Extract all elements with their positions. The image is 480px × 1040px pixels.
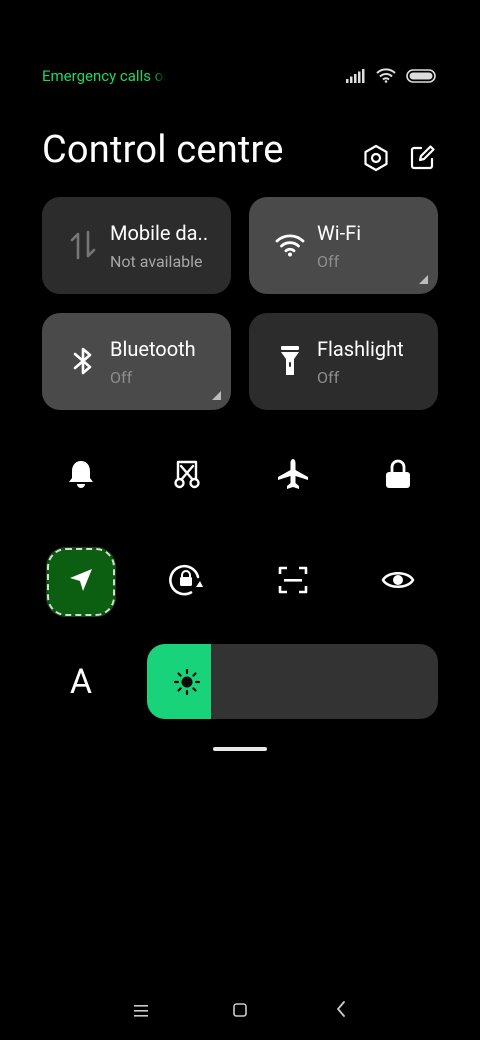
bluetooth-icon (68, 346, 98, 376)
toggle-scanner[interactable] (258, 547, 328, 617)
navigation-bar (0, 996, 480, 1026)
status-icons (346, 68, 436, 83)
wifi-icon (376, 68, 396, 83)
brightness-icon (173, 668, 201, 696)
tile-status: Not available (110, 252, 203, 271)
screenshot-icon (172, 459, 202, 493)
control-centre-screen: Emergency calls only (0, 0, 480, 1040)
tile-label: Mobile da.. (110, 221, 209, 245)
toggle-rotation-lock[interactable] (152, 547, 222, 617)
tile-status: Off (317, 368, 340, 387)
rotation-lock-icon (169, 563, 205, 601)
toggle-lock-screen[interactable] (363, 441, 433, 511)
home-button[interactable] (225, 996, 255, 1026)
bell-icon (67, 459, 95, 493)
tile-status: Off (317, 252, 340, 271)
tile-label: Flashlight (317, 337, 404, 361)
carrier-status-text: Emergency calls only (42, 67, 166, 85)
tile-label: Bluetooth (110, 337, 196, 361)
tile-status: Off (110, 368, 133, 387)
scan-icon (278, 565, 308, 599)
page-title: Control centre (42, 128, 284, 172)
edit-icon (409, 145, 435, 175)
back-button[interactable] (326, 996, 356, 1026)
mobile-data-icon (68, 230, 98, 260)
font-size-button[interactable]: A (56, 660, 106, 704)
battery-icon (406, 68, 436, 83)
home-icon (233, 1002, 247, 1021)
flashlight-icon (275, 346, 305, 376)
expand-corner-icon[interactable] (212, 391, 221, 400)
lock-icon (385, 459, 411, 493)
menu-icon (134, 1002, 148, 1021)
recents-button[interactable] (126, 996, 156, 1026)
toggle-airplane-mode[interactable] (258, 441, 328, 511)
tile-wifi[interactable]: Wi-Fi Off (249, 197, 438, 294)
eye-icon (381, 568, 415, 596)
signal-icon (346, 68, 366, 83)
status-bar: Emergency calls only (42, 64, 436, 88)
settings-icon (363, 144, 389, 176)
tile-bluetooth[interactable]: Bluetooth Off (42, 313, 231, 410)
brightness-slider[interactable] (147, 644, 438, 719)
airplane-icon (277, 458, 309, 494)
expand-corner-icon[interactable] (419, 275, 428, 284)
tile-label: Wi-Fi (317, 221, 362, 245)
tile-flashlight[interactable]: Flashlight Off (249, 313, 438, 410)
back-icon (336, 1001, 346, 1021)
tile-mobile-data[interactable]: Mobile da.. Not available (42, 197, 231, 294)
toggle-sound[interactable] (46, 441, 116, 511)
toggle-screenshot[interactable] (152, 441, 222, 511)
settings-button[interactable] (360, 144, 392, 176)
edit-button[interactable] (406, 144, 438, 176)
toggle-reading-mode[interactable] (363, 547, 433, 617)
wifi-icon (275, 230, 305, 260)
drag-handle[interactable] (213, 747, 267, 751)
toggle-location[interactable] (46, 547, 116, 617)
location-icon (68, 567, 94, 597)
